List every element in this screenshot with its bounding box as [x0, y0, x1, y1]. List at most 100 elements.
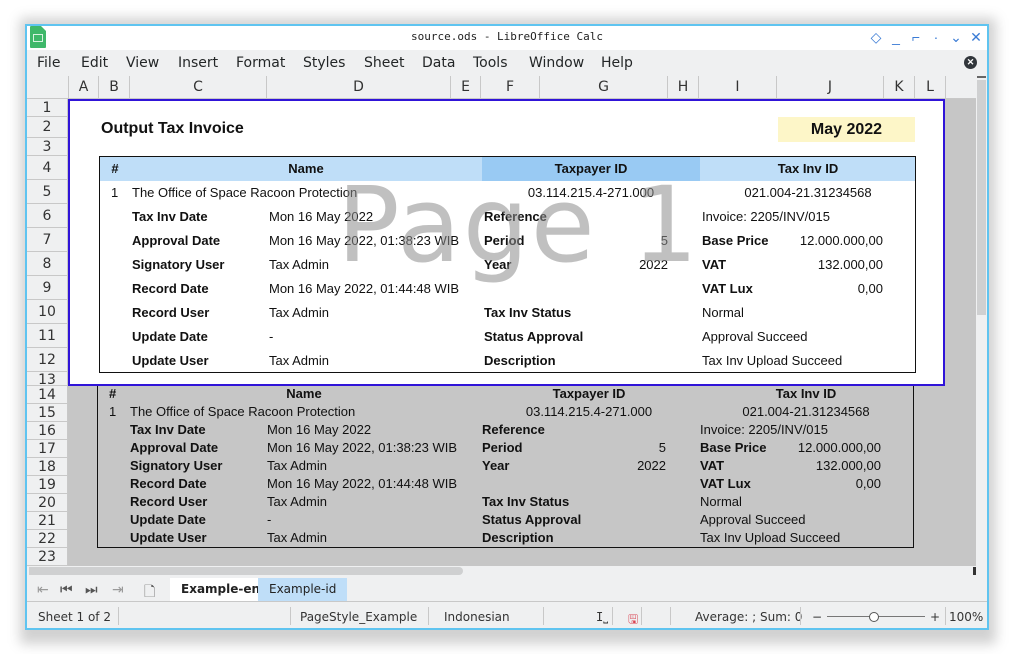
value-update-user[interactable]: Tax Admin [267, 530, 327, 545]
row-header[interactable]: 15 [27, 404, 68, 422]
column-header-a[interactable]: A [69, 76, 99, 98]
row-header[interactable]: 17 [27, 440, 68, 458]
menu-format[interactable]: Format [236, 55, 285, 71]
label-record-user[interactable]: Record User [130, 494, 207, 509]
last-sheet-icon[interactable]: ⇥ [112, 581, 124, 598]
tax-inv-id[interactable]: 021.004-21.31234568 [698, 404, 914, 419]
row-header[interactable]: 16 [27, 422, 68, 440]
sheet-tab-example-en[interactable]: Example-en [170, 578, 272, 601]
value-year[interactable]: 2022 [598, 458, 666, 473]
label-status-approval[interactable]: Status Approval [484, 329, 583, 344]
menu-window[interactable]: Window [529, 55, 584, 71]
value-vat-lux[interactable]: 0,00 [778, 476, 881, 491]
label-year[interactable]: Year [484, 257, 511, 272]
value-description[interactable]: Tax Inv Upload Succeed [700, 530, 840, 545]
language[interactable]: Indonesian [444, 610, 510, 624]
minimize-icon[interactable]: _ [889, 28, 903, 46]
label-description[interactable]: Description [484, 353, 556, 368]
value-reference[interactable]: Invoice: 2205/INV/015 [700, 422, 828, 437]
label-tax-inv-status[interactable]: Tax Inv Status [484, 305, 571, 320]
row-header[interactable]: 8 [27, 252, 68, 276]
header-tax-inv-id[interactable]: Tax Inv ID [698, 386, 914, 401]
label-vat-lux[interactable]: VAT Lux [702, 281, 753, 296]
first-sheet-icon[interactable]: ⇤ [37, 581, 49, 598]
menu-sheet[interactable]: Sheet [364, 55, 404, 71]
row-header[interactable]: 19 [27, 476, 68, 494]
page-style[interactable]: PageStyle_Example [300, 610, 417, 624]
value-status-approval[interactable]: Approval Succeed [702, 329, 808, 344]
column-header-f[interactable]: F [481, 76, 540, 98]
value-approval-date[interactable]: Mon 16 May 2022, 01:38:23 WIB [267, 440, 457, 455]
select-all-corner[interactable] [27, 76, 69, 98]
horizontal-scrollbar[interactable] [27, 566, 976, 576]
sheet-tab-example-id[interactable]: Example-id [258, 578, 348, 601]
value-vat-lux[interactable]: 0,00 [780, 281, 883, 296]
document-modified-icon[interactable]: 🖫 [628, 610, 638, 628]
row-header[interactable]: 9 [27, 276, 68, 300]
value-tax-inv-status[interactable]: Normal [702, 305, 744, 320]
label-record-user[interactable]: Record User [132, 305, 209, 320]
row-num[interactable]: 1 [109, 404, 116, 419]
taxpayer-id[interactable]: 03.114.215.4-271.000 [482, 185, 700, 200]
row-header[interactable]: 13 [27, 372, 68, 386]
row-header[interactable]: 7 [27, 228, 68, 252]
label-description[interactable]: Description [482, 530, 554, 545]
value-base-price[interactable]: 12.000.000,00 [778, 440, 881, 455]
column-header-e[interactable]: E [451, 76, 481, 98]
selection-summary[interactable]: Average: ; Sum: 0 [695, 610, 802, 624]
menu-styles[interactable]: Styles [303, 55, 345, 71]
row-header[interactable]: 1 [27, 99, 68, 117]
close-document-icon[interactable]: ✕ [964, 56, 977, 69]
previous-sheet-icon[interactable]: ⏮ [60, 581, 73, 598]
header-name[interactable]: Name [130, 157, 482, 181]
value-reference[interactable]: Invoice: 2205/INV/015 [702, 209, 830, 224]
value-base-price[interactable]: 12.000.000,00 [780, 233, 883, 248]
menu-data[interactable]: Data [422, 55, 455, 71]
label-record-date[interactable]: Record Date [130, 476, 207, 491]
sheet-position[interactable]: Sheet 1 of 2 [38, 610, 111, 624]
invoice-month[interactable]: May 2022 [778, 117, 915, 142]
maximize-icon[interactable]: ⌐ [909, 28, 923, 46]
row-header[interactable]: 21 [27, 512, 68, 530]
header-tax-inv-id[interactable]: Tax Inv ID [700, 157, 916, 181]
label-update-date[interactable]: Update Date [130, 512, 206, 527]
column-header-h[interactable]: H [668, 76, 699, 98]
row-header[interactable]: 11 [27, 324, 68, 348]
zoom-level[interactable]: 100% [949, 610, 983, 624]
label-reference[interactable]: Reference [484, 209, 547, 224]
value-period[interactable]: 5 [600, 233, 668, 248]
label-vat-lux[interactable]: VAT Lux [700, 476, 751, 491]
sticky-icon[interactable]: · [929, 28, 943, 46]
shade-icon[interactable]: ⌄ [949, 28, 963, 46]
label-period[interactable]: Period [484, 233, 524, 248]
header-num[interactable]: # [100, 157, 130, 181]
row-header[interactable]: 3 [27, 138, 68, 156]
value-status-approval[interactable]: Approval Succeed [700, 512, 806, 527]
column-header-c[interactable]: C [130, 76, 267, 98]
row-header[interactable]: 20 [27, 494, 68, 512]
menu-insert[interactable]: Insert [178, 55, 218, 71]
label-update-date[interactable]: Update Date [132, 329, 208, 344]
horizontal-scroll-thumb[interactable] [29, 567, 463, 575]
zoom-slider-knob[interactable] [869, 612, 879, 622]
value-update-date[interactable]: - [267, 512, 271, 527]
keep-above-icon[interactable]: ◇ [869, 28, 883, 46]
header-taxpayer-id[interactable]: Taxpayer ID [482, 157, 700, 181]
taxpayer-id[interactable]: 03.114.215.4-271.000 [480, 404, 698, 419]
row-header[interactable]: 14 [27, 386, 68, 404]
selection-mode-icon[interactable]: I⎵ [596, 610, 608, 625]
value-description[interactable]: Tax Inv Upload Succeed [702, 353, 842, 368]
label-reference[interactable]: Reference [482, 422, 545, 437]
company-name[interactable]: The Office of Space Racoon Protection [130, 404, 355, 419]
row-header[interactable]: 5 [27, 180, 68, 204]
column-header-d[interactable]: D [267, 76, 451, 98]
label-status-approval[interactable]: Status Approval [482, 512, 581, 527]
menu-edit[interactable]: Edit [81, 55, 108, 71]
header-taxpayer-id[interactable]: Taxpayer ID [480, 386, 698, 401]
value-signatory-user[interactable]: Tax Admin [267, 458, 327, 473]
label-base-price[interactable]: Base Price [700, 440, 767, 455]
column-header-k[interactable]: K [884, 76, 915, 98]
value-vat[interactable]: 132.000,00 [778, 458, 881, 473]
close-icon[interactable]: ✕ [969, 28, 983, 46]
label-base-price[interactable]: Base Price [702, 233, 769, 248]
